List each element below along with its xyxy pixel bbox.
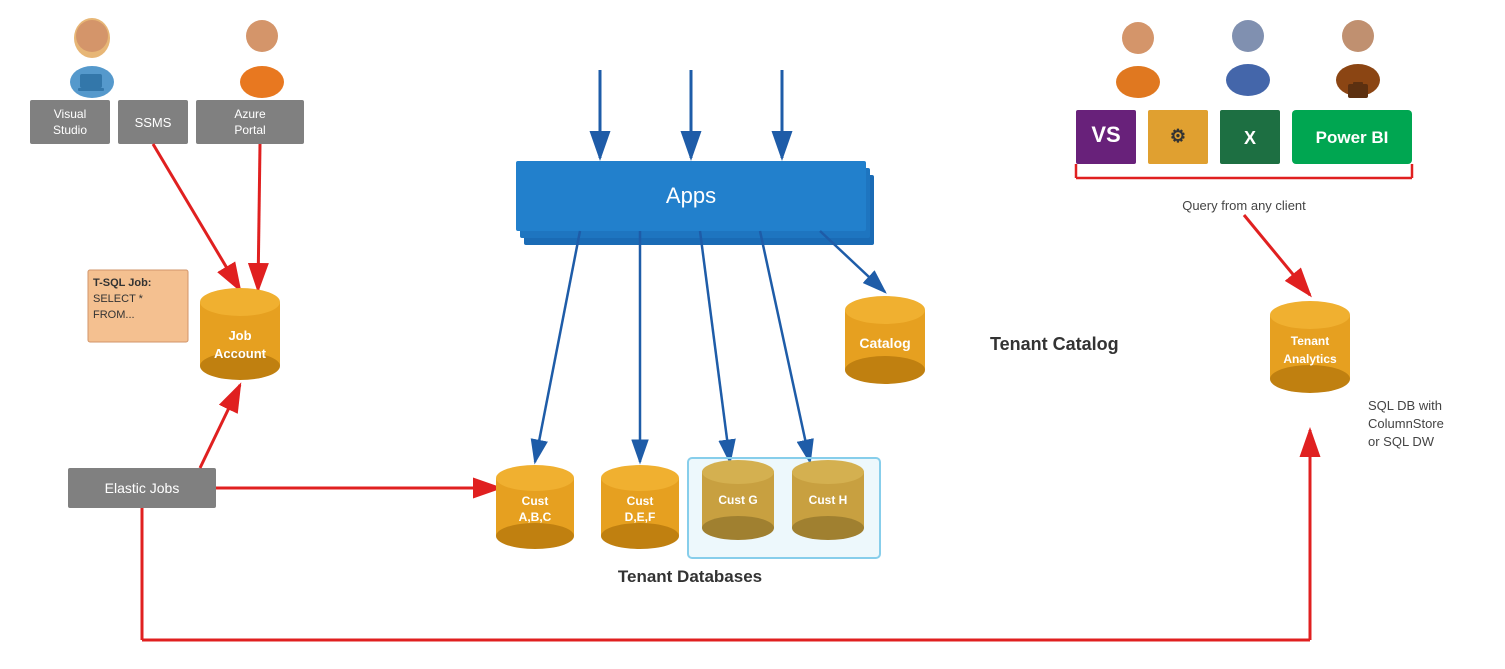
job-account-label [200, 300, 280, 380]
apps-label [524, 175, 874, 245]
svg-text:Cust: Cust [522, 494, 549, 508]
svg-text:or SQL DW: or SQL DW [1368, 434, 1435, 449]
architecture-diagram: Visual Studio SSMS Azure Portal T-SQL Jo… [0, 0, 1505, 669]
svg-text:⚙: ⚙ [1170, 126, 1186, 146]
svg-text:SQL DB with: SQL DB with [1368, 398, 1442, 413]
power-bi-button[interactable] [1292, 110, 1412, 164]
elastic-jobs-box [68, 468, 216, 508]
svg-text:Tenant Databases: Tenant Databases [618, 567, 762, 586]
svg-text:ColumnStore: ColumnStore [1368, 416, 1444, 431]
svg-text:Cust G: Cust G [718, 493, 757, 507]
tenant-analytics-cylinder [1270, 315, 1350, 393]
svg-text:Cust: Cust [627, 494, 654, 508]
svg-text:Query from any client: Query from any client [1182, 198, 1306, 213]
svg-text:D,E,F: D,E,F [625, 510, 656, 524]
svg-text:Azure: Azure [234, 107, 266, 121]
svg-text:Visual: Visual [54, 107, 86, 121]
svg-text:Cust H: Cust H [809, 493, 848, 507]
svg-text:T-SQL Job:: T-SQL Job: [93, 277, 151, 289]
svg-text:A,B,C: A,B,C [519, 510, 552, 524]
svg-text:Catalog: Catalog [859, 335, 910, 351]
svg-text:Portal: Portal [234, 123, 265, 137]
svg-text:FROM...: FROM... [93, 309, 135, 321]
svg-text:Tenant Catalog: Tenant Catalog [990, 334, 1119, 354]
svg-text:SELECT *: SELECT * [93, 293, 144, 305]
svg-text:X: X [1244, 128, 1256, 148]
svg-text:Studio: Studio [53, 123, 87, 137]
svg-text:SSMS: SSMS [135, 115, 172, 130]
svg-text:VS: VS [1091, 122, 1120, 147]
